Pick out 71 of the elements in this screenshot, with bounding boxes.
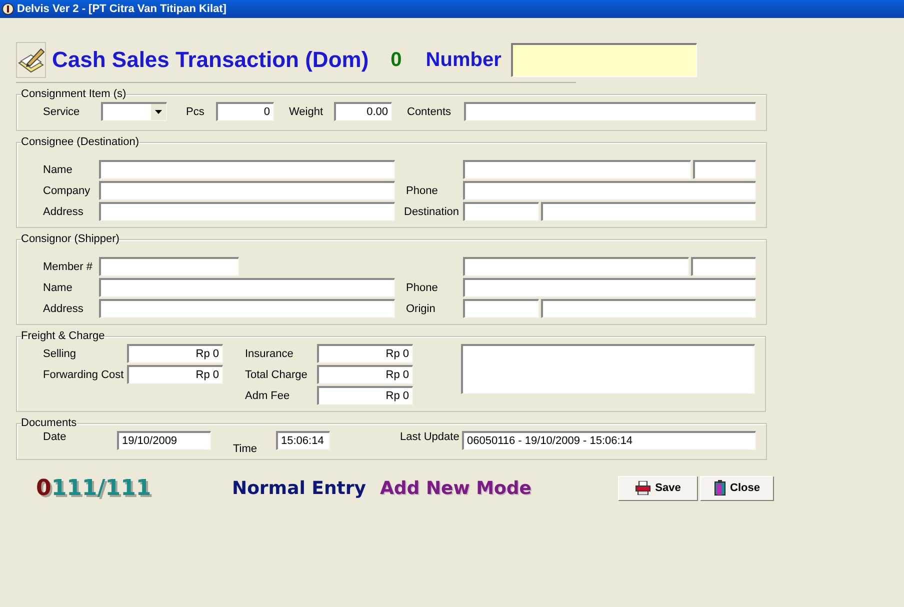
text-field[interactable] (693, 160, 756, 179)
group-legend: Consignee (Destination) (21, 136, 140, 148)
close-button[interactable]: Close (700, 476, 774, 500)
text-field[interactable] (463, 299, 539, 318)
save-button[interactable]: Save (618, 476, 698, 500)
text-field[interactable] (463, 202, 539, 221)
text-field[interactable] (691, 257, 756, 276)
field-label: Pcs (186, 106, 206, 118)
field-label: Total Charge (245, 368, 308, 380)
field-label: Date (43, 431, 68, 443)
window-title: Delvis Ver 2 - [PT Citra Van Titipan Kilat] (17, 3, 226, 15)
last-update-field[interactable]: 06050116 - 19/10/2009 - 15:06:14 (462, 431, 756, 450)
amount-field[interactable]: Rp 0 (317, 365, 413, 384)
field-label: Phone (406, 282, 439, 294)
field-label: Insurance (245, 348, 294, 360)
field-label: Address (43, 302, 84, 314)
notes-field[interactable] (461, 344, 755, 394)
field-label: Time (233, 443, 258, 455)
field-label: Address (43, 206, 84, 218)
mode-status: Add New Mode (380, 478, 532, 498)
amount-field[interactable]: Rp 0 (127, 365, 223, 384)
dropdown-arrow-icon (155, 110, 162, 114)
group-legend: Freight & Charge (21, 330, 105, 342)
door-icon (714, 480, 726, 496)
text-field[interactable] (99, 299, 395, 318)
group-legend: Consignor (Shipper) (21, 233, 120, 245)
field-label: Service (43, 106, 81, 118)
text-field[interactable] (99, 160, 395, 179)
field-label: Phone (406, 184, 439, 196)
amount-field[interactable]: Rp 0 (317, 344, 413, 363)
text-field[interactable] (541, 299, 756, 318)
service-dropdown[interactable] (101, 102, 167, 121)
contents-field[interactable] (464, 102, 756, 121)
app-icon (2, 3, 14, 15)
text-field[interactable] (463, 160, 691, 179)
pcs-field[interactable]: 0 (216, 102, 274, 121)
field-label: Adm Fee (245, 390, 291, 402)
date-field[interactable]: 19/10/2009 (117, 431, 211, 450)
field-label: Origin (406, 302, 436, 314)
record-counter: 0111/111 (36, 476, 152, 500)
field-label: Forwarding Cost (43, 368, 125, 380)
entry-status: Normal Entry (232, 478, 366, 498)
text-field[interactable] (541, 202, 756, 221)
amount-field[interactable]: Rp 0 (127, 344, 223, 363)
field-label: Weight (289, 106, 324, 118)
time-field[interactable]: 15:06:14 (276, 431, 330, 450)
printer-icon (635, 481, 652, 495)
text-field[interactable] (463, 181, 756, 200)
field-label: Member # (43, 260, 94, 272)
notepad-pencil-icon (16, 42, 46, 78)
text-field[interactable] (99, 278, 395, 297)
text-field[interactable] (463, 278, 756, 297)
field-label: Company (43, 184, 92, 196)
text-field[interactable] (99, 202, 395, 221)
form-title: Cash Sales Transaction (Dom) (52, 47, 369, 73)
amount-field[interactable]: Rp 0 (317, 386, 413, 405)
field-label: Last Update (400, 431, 460, 443)
field-label: Contents (407, 106, 452, 118)
field-label: Name (43, 282, 74, 294)
count-label: 0 (390, 48, 402, 72)
field-label: Name (43, 164, 74, 176)
number-field[interactable] (511, 43, 698, 77)
text-field[interactable] (99, 181, 395, 200)
group-legend: Consignment Item (s) (21, 88, 126, 100)
number-label: Number (426, 48, 502, 72)
field-label: Selling (43, 348, 78, 360)
group-legend: Documents (21, 417, 77, 429)
field-label: Destination (404, 206, 460, 218)
text-field[interactable] (463, 257, 689, 276)
weight-field[interactable]: 0.00 (334, 102, 392, 121)
text-field[interactable] (99, 257, 239, 276)
